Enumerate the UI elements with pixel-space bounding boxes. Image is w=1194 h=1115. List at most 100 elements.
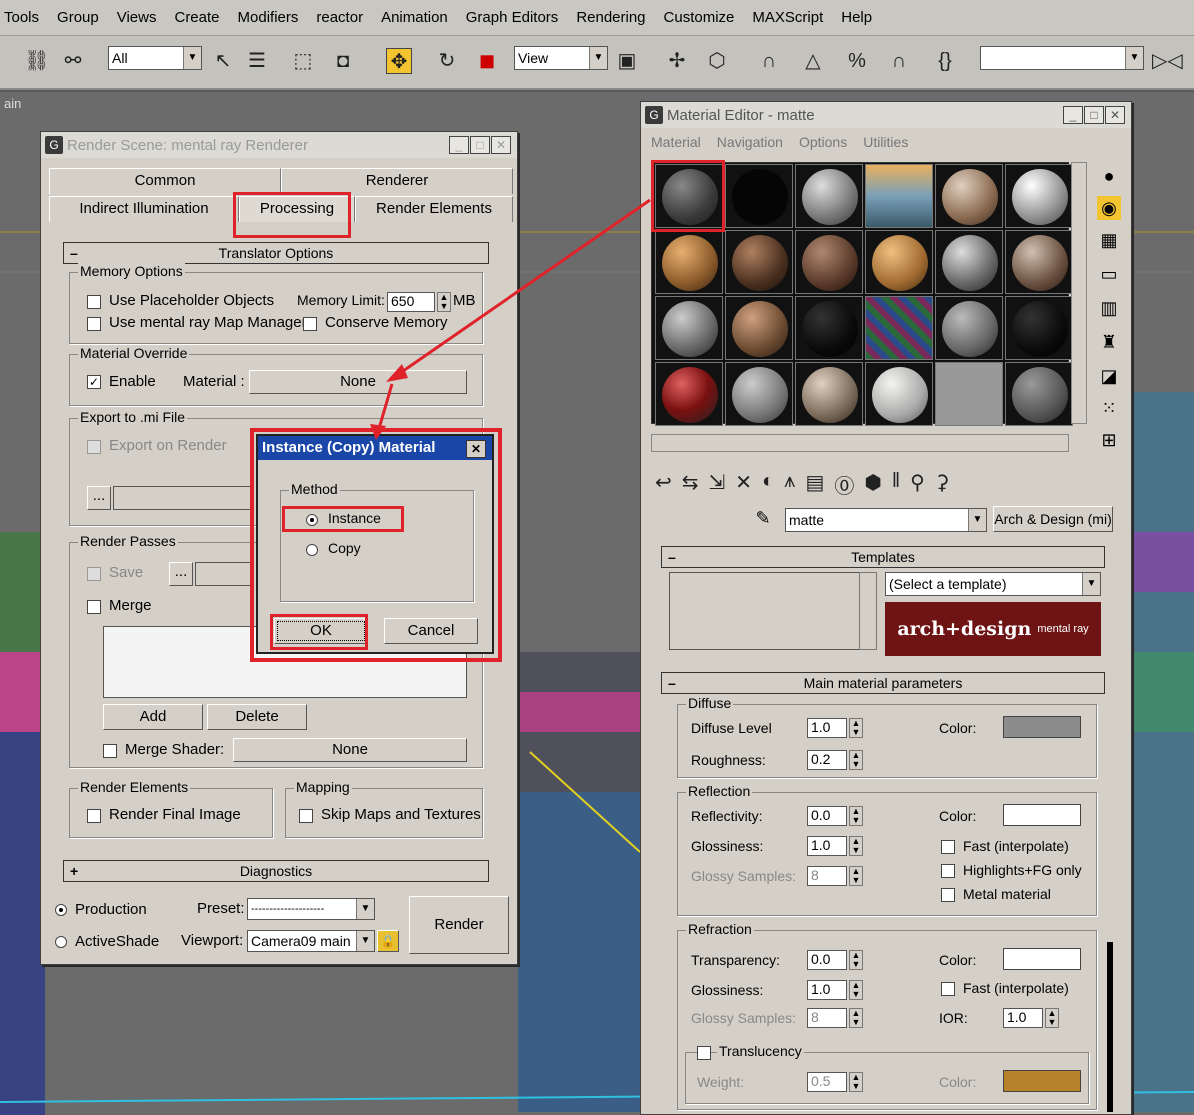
keyboard-shortcut-icon[interactable]: ⬡ — [704, 48, 730, 74]
unlink-icon[interactable]: ⚯ — [60, 48, 86, 74]
sample-uv-tiling-icon[interactable]: ▭ — [1097, 262, 1121, 286]
activeshade-radio[interactable] — [55, 936, 67, 948]
menu-group[interactable]: Group — [57, 9, 99, 26]
menu-utilities[interactable]: Utilities — [863, 134, 908, 150]
snap-3-icon[interactable]: ∩ — [756, 48, 782, 74]
close-button[interactable]: ✕ — [1105, 106, 1125, 124]
reflection-glossiness-spinner[interactable]: ▲ ▼ — [849, 836, 863, 856]
named-selection-dropdown[interactable]: ▼ — [980, 46, 1144, 70]
preset-dropdown[interactable]: -------------------- ▼ — [247, 898, 375, 920]
menu-graph-editors[interactable]: Graph Editors — [466, 9, 559, 26]
refraction-glossiness-spinner[interactable]: ▲ ▼ — [849, 980, 863, 1000]
refraction-glossiness-field[interactable]: 1.0 — [807, 980, 847, 1000]
sample-slot-14[interactable] — [725, 296, 793, 360]
assign-to-selection-icon[interactable]: ⇲ — [709, 470, 726, 499]
sample-slot-3[interactable] — [795, 164, 863, 228]
minimize-button[interactable]: _ — [449, 136, 469, 154]
close-button[interactable]: ✕ — [491, 136, 511, 154]
sample-slots-vscroll[interactable] — [1071, 162, 1087, 424]
menu-views[interactable]: Views — [117, 9, 157, 26]
scale-icon[interactable]: ◼ — [474, 48, 500, 74]
weight-field[interactable]: 0.5 — [807, 1072, 847, 1092]
mirror-icon[interactable]: ▷◁ — [1152, 48, 1183, 74]
tab-renderer[interactable]: Renderer — [281, 168, 513, 194]
menu-tools[interactable]: Tools — [4, 9, 39, 26]
export-on-render-checkbox[interactable] — [87, 440, 101, 454]
menu-modifiers[interactable]: Modifiers — [238, 9, 299, 26]
sample-slot-20[interactable] — [725, 362, 793, 426]
sample-slot-5[interactable] — [935, 164, 1003, 228]
sample-slot-21[interactable] — [795, 362, 863, 426]
minimize-button[interactable]: _ — [1063, 106, 1083, 124]
sample-slots-hscroll[interactable] — [651, 434, 1069, 452]
tab-indirect-illumination[interactable]: Indirect Illumination — [49, 196, 239, 222]
material-editor-titlebar[interactable]: G Material Editor - matte _ □ ✕ — [641, 102, 1131, 128]
spinner-snap-icon[interactable]: ∩ — [886, 48, 912, 74]
sample-slot-24[interactable] — [1005, 362, 1073, 426]
put-to-library-icon[interactable]: ▤ — [805, 470, 824, 499]
rect-region-icon[interactable]: ⬚ — [290, 48, 316, 74]
menu-create[interactable]: Create — [174, 9, 219, 26]
highlights-fg-checkbox[interactable] — [941, 864, 955, 878]
sample-slot-8[interactable] — [725, 230, 793, 294]
sample-slot-12[interactable] — [1005, 230, 1073, 294]
pick-material-eyedropper-icon[interactable]: ✎ — [751, 506, 775, 530]
merge-shader-checkbox[interactable] — [103, 744, 117, 758]
menu-material[interactable]: Material — [651, 134, 701, 150]
refraction-samples-spinner[interactable]: ▲ ▼ — [849, 1008, 863, 1028]
menu-navigation[interactable]: Navigation — [717, 134, 783, 150]
reflection-samples-spinner[interactable]: ▲ ▼ — [849, 866, 863, 886]
menu-customize[interactable]: Customize — [664, 9, 735, 26]
angle-snap-icon[interactable]: △ — [800, 48, 826, 74]
sample-slot-15[interactable] — [795, 296, 863, 360]
template-scroll[interactable] — [859, 572, 877, 650]
make-unique-icon[interactable]: ⩚ — [784, 470, 795, 499]
link-icon[interactable]: ⛓ — [24, 48, 50, 74]
menu-maxscript[interactable]: MAXScript — [752, 9, 823, 26]
rotate-icon[interactable]: ↻ — [434, 48, 460, 74]
skip-maps-checkbox[interactable] — [299, 809, 313, 823]
sample-type-icon[interactable]: ● — [1097, 164, 1121, 188]
transparency-field[interactable]: 0.0 — [807, 950, 847, 970]
memory-limit-spinner[interactable]: ▲ ▼ — [437, 292, 451, 312]
material-type-button[interactable]: Arch & Design (mi) — [993, 506, 1113, 532]
translucency-color-swatch[interactable] — [1003, 1070, 1081, 1092]
menu-animation[interactable]: Animation — [381, 9, 448, 26]
production-radio[interactable] — [55, 904, 67, 916]
reflectivity-field[interactable]: 0.0 — [807, 806, 847, 826]
pivot-icon[interactable]: ▣ — [614, 48, 640, 74]
backlight-icon[interactable]: ◉ — [1097, 196, 1121, 220]
weight-spinner[interactable]: ▲ ▼ — [849, 1072, 863, 1092]
select-by-material-icon[interactable]: ⁙ — [1097, 396, 1121, 420]
translator-options-rollout[interactable]: – Translator Options — [63, 242, 489, 264]
merge-checkbox[interactable] — [87, 600, 101, 614]
menu-help[interactable]: Help — [841, 9, 872, 26]
refraction-fast-interpolate-checkbox[interactable] — [941, 982, 955, 996]
sample-slot-10[interactable] — [865, 230, 933, 294]
move-icon[interactable]: ✥ — [386, 48, 412, 74]
put-to-scene-icon[interactable]: ⇆ — [682, 470, 699, 499]
reflectivity-spinner[interactable]: ▲ ▼ — [849, 806, 863, 826]
reflection-color-swatch[interactable] — [1003, 804, 1081, 826]
save-pass-checkbox[interactable] — [87, 567, 101, 581]
viewport-dropdown[interactable]: Camera09 main ▼ — [247, 930, 375, 952]
menu-options[interactable]: Options — [799, 134, 847, 150]
reflection-fast-interpolate-checkbox[interactable] — [941, 840, 955, 854]
tab-common[interactable]: Common — [49, 168, 281, 194]
enable-override-checkbox[interactable]: ✓ — [87, 375, 101, 389]
export-browse-button[interactable]: ... — [87, 486, 111, 510]
sample-slot-17[interactable] — [935, 296, 1003, 360]
show-end-result-icon[interactable]: ‖ — [892, 470, 900, 499]
params-scrollbar[interactable] — [1107, 942, 1113, 1112]
percent-snap-icon[interactable]: % — [844, 48, 870, 74]
sample-slot-7[interactable] — [655, 230, 723, 294]
window-crossing-icon[interactable]: ◘ — [330, 48, 356, 74]
diagnostics-rollout[interactable]: + Diagnostics — [63, 860, 489, 882]
sample-slot-13[interactable] — [655, 296, 723, 360]
template-select-dropdown[interactable]: (Select a template) ▼ — [885, 572, 1101, 596]
use-map-manager-checkbox[interactable] — [87, 317, 101, 331]
lock-icon[interactable]: 🔒 — [377, 930, 399, 952]
add-pass-button[interactable]: Add — [103, 704, 203, 730]
sample-slot-4[interactable] — [865, 164, 933, 228]
diffuse-level-spinner[interactable]: ▲ ▼ — [849, 718, 863, 738]
